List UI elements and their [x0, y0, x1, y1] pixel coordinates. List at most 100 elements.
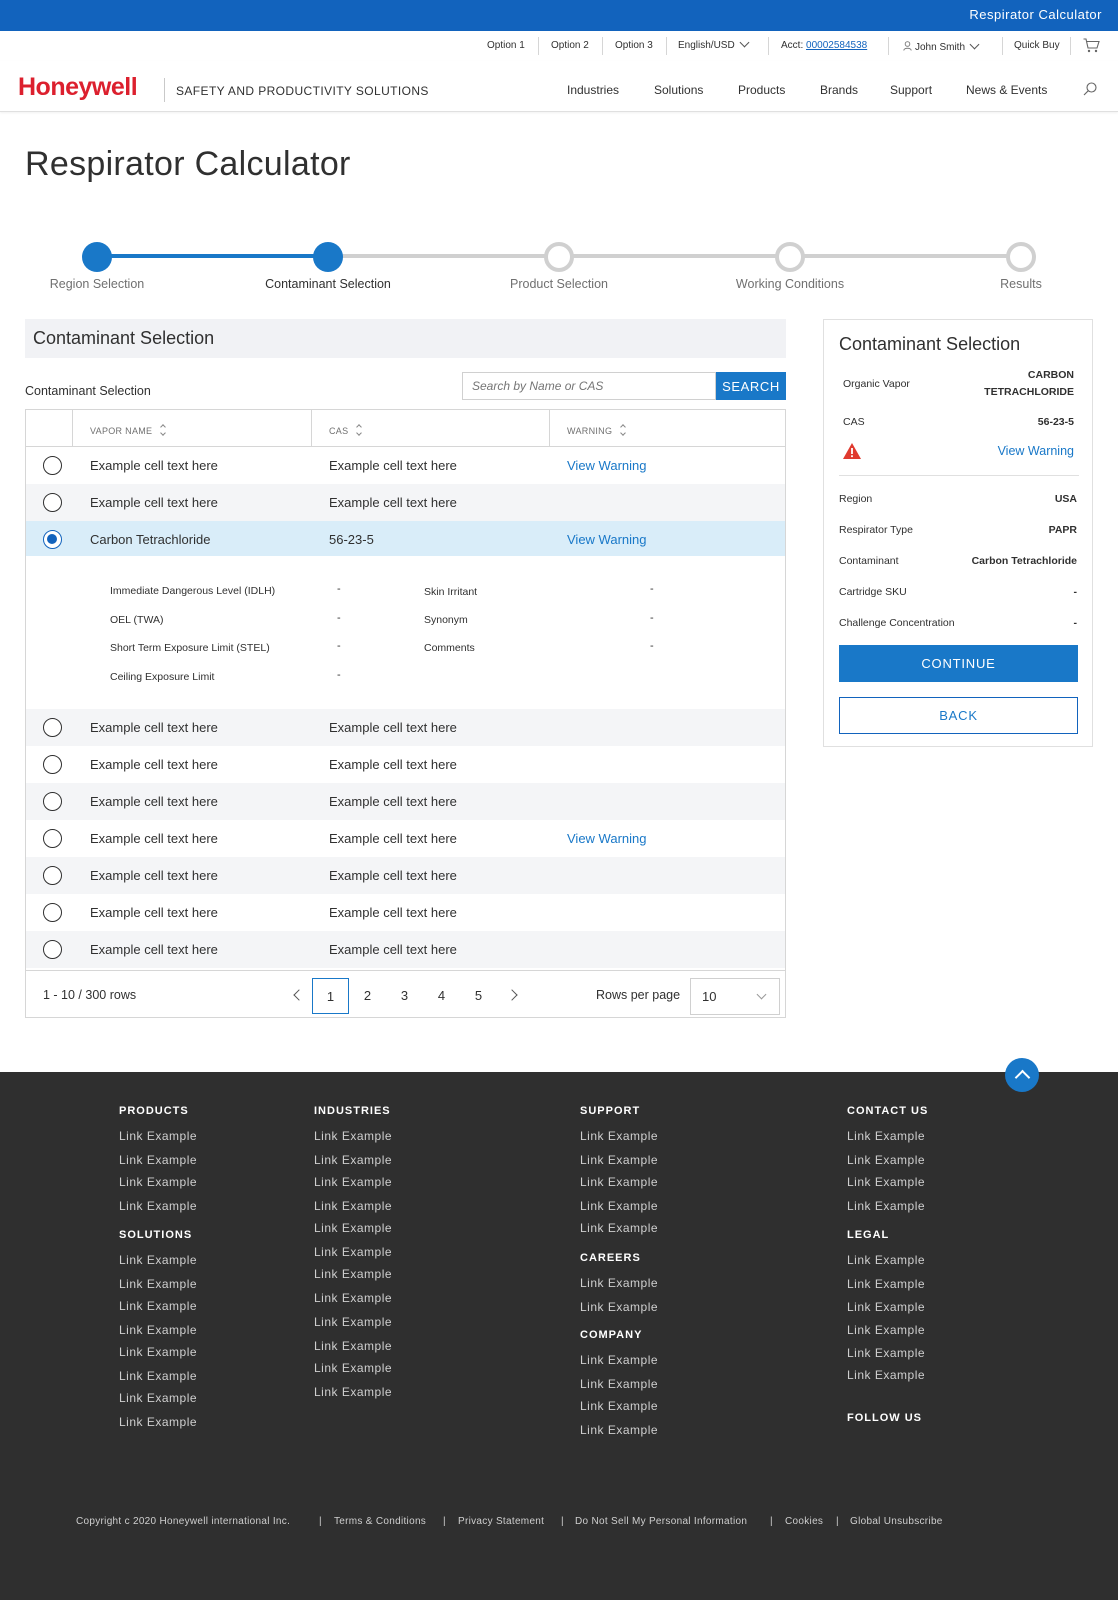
table-row[interactable]: Example cell text here Example cell text…: [26, 709, 785, 746]
option-1-link[interactable]: Option 1: [487, 40, 525, 51]
table-row[interactable]: Example cell text here Example cell text…: [26, 857, 785, 894]
honeywell-logo[interactable]: Honeywell: [18, 73, 138, 102]
row-radio[interactable]: [43, 903, 62, 922]
footer-link[interactable]: Link Example: [580, 1399, 658, 1413]
row-radio[interactable]: [43, 456, 62, 475]
page-4-button[interactable]: 4: [423, 978, 460, 1014]
account-number-link[interactable]: 00002584538: [806, 40, 867, 51]
nav-products[interactable]: Products: [738, 83, 785, 97]
footer-link[interactable]: Link Example: [580, 1129, 658, 1143]
row-radio[interactable]: [43, 792, 62, 811]
footer-link[interactable]: Link Example: [119, 1369, 197, 1383]
footer-link[interactable]: Link Example: [119, 1391, 197, 1405]
footer-link[interactable]: Link Example: [314, 1315, 392, 1329]
quick-buy-link[interactable]: Quick Buy: [1014, 40, 1060, 51]
row-radio[interactable]: [43, 718, 62, 737]
column-vapor-name[interactable]: VAPOR NAME: [90, 423, 166, 436]
footer-link[interactable]: Link Example: [847, 1277, 925, 1291]
terms-link[interactable]: Terms & Conditions: [334, 1516, 426, 1527]
nav-support[interactable]: Support: [890, 83, 932, 97]
footer-link[interactable]: Link Example: [314, 1291, 392, 1305]
footer-link[interactable]: Link Example: [119, 1299, 197, 1313]
footer-link[interactable]: Link Example: [847, 1199, 925, 1213]
row-radio[interactable]: [43, 755, 62, 774]
row-radio[interactable]: [43, 829, 62, 848]
search-icon[interactable]: [1083, 82, 1097, 96]
footer-link[interactable]: Link Example: [580, 1175, 658, 1189]
table-row[interactable]: Example cell text here Example cell text…: [26, 484, 785, 521]
table-row[interactable]: Example cell text here Example cell text…: [26, 931, 785, 968]
footer-link[interactable]: Link Example: [580, 1377, 658, 1391]
table-row[interactable]: Example cell text here Example cell text…: [26, 894, 785, 931]
nav-news-events[interactable]: News & Events: [966, 83, 1047, 97]
footer-link[interactable]: Link Example: [847, 1253, 925, 1267]
footer-link[interactable]: Link Example: [847, 1300, 925, 1314]
footer-link[interactable]: Link Example: [314, 1385, 392, 1399]
footer-link[interactable]: Link Example: [119, 1199, 197, 1213]
row-radio[interactable]: [43, 493, 62, 512]
footer-link[interactable]: Link Example: [314, 1129, 392, 1143]
footer-link[interactable]: Link Example: [119, 1253, 197, 1267]
footer-link[interactable]: Link Example: [314, 1199, 392, 1213]
view-warning-link[interactable]: View Warning: [567, 532, 646, 547]
footer-link[interactable]: Link Example: [119, 1345, 197, 1359]
option-3-link[interactable]: Option 3: [615, 40, 653, 51]
chevron-right-icon[interactable]: [506, 989, 518, 1001]
nav-industries[interactable]: Industries: [567, 83, 619, 97]
footer-link[interactable]: Link Example: [119, 1175, 197, 1189]
table-row[interactable]: Example cell text here Example cell text…: [26, 783, 785, 820]
user-menu[interactable]: John Smith: [903, 39, 980, 53]
row-radio[interactable]: [43, 940, 62, 959]
rows-per-page-select[interactable]: 10: [690, 978, 780, 1015]
option-2-link[interactable]: Option 2: [551, 40, 589, 51]
search-button[interactable]: SEARCH: [716, 372, 786, 400]
footer-link[interactable]: Link Example: [580, 1300, 658, 1314]
cookies-link[interactable]: Cookies: [785, 1516, 823, 1527]
footer-link[interactable]: Link Example: [314, 1153, 392, 1167]
footer-link[interactable]: Link Example: [847, 1346, 925, 1360]
column-warning[interactable]: WARNING: [567, 423, 626, 436]
step-dot-contaminant[interactable]: [313, 242, 343, 272]
footer-link[interactable]: Link Example: [847, 1323, 925, 1337]
footer-link[interactable]: Link Example: [314, 1221, 392, 1235]
language-dropdown[interactable]: English/USD: [678, 37, 750, 51]
footer-link[interactable]: Link Example: [119, 1153, 197, 1167]
nav-solutions[interactable]: Solutions: [654, 83, 703, 97]
footer-link[interactable]: Link Example: [580, 1276, 658, 1290]
row-radio-checked[interactable]: [43, 530, 62, 549]
page-1-button[interactable]: 1: [312, 978, 349, 1014]
table-row[interactable]: Example cell text here Example cell text…: [26, 746, 785, 783]
footer-link[interactable]: Link Example: [580, 1353, 658, 1367]
footer-link[interactable]: Link Example: [847, 1129, 925, 1143]
chevron-left-icon[interactable]: [293, 989, 305, 1001]
footer-link[interactable]: Link Example: [314, 1245, 392, 1259]
nav-brands[interactable]: Brands: [820, 83, 858, 97]
footer-link[interactable]: Link Example: [580, 1423, 658, 1437]
footer-link[interactable]: Link Example: [314, 1175, 392, 1189]
view-warning-link[interactable]: View Warning: [567, 831, 646, 846]
footer-link[interactable]: Link Example: [847, 1368, 925, 1382]
row-radio[interactable]: [43, 866, 62, 885]
privacy-link[interactable]: Privacy Statement: [458, 1516, 544, 1527]
table-row-selected[interactable]: Carbon Tetrachloride 56-23-5 View Warnin…: [26, 521, 785, 558]
footer-link[interactable]: Link Example: [119, 1129, 197, 1143]
footer-link[interactable]: Link Example: [119, 1323, 197, 1337]
footer-link[interactable]: Link Example: [580, 1199, 658, 1213]
step-dot-region[interactable]: [82, 242, 112, 272]
view-warning-link[interactable]: View Warning: [567, 458, 646, 473]
footer-link[interactable]: Link Example: [847, 1153, 925, 1167]
table-row[interactable]: Example cell text here Example cell text…: [26, 820, 785, 857]
footer-link[interactable]: Link Example: [314, 1267, 392, 1281]
footer-link[interactable]: Link Example: [580, 1221, 658, 1235]
do-not-sell-link[interactable]: Do Not Sell My Personal Information: [575, 1516, 747, 1527]
summary-view-warning-link[interactable]: View Warning: [998, 444, 1074, 458]
page-5-button[interactable]: 5: [460, 978, 497, 1014]
page-3-button[interactable]: 3: [386, 978, 423, 1014]
table-row[interactable]: Example cell text here Example cell text…: [26, 447, 785, 484]
footer-link[interactable]: Link Example: [314, 1361, 392, 1375]
footer-link[interactable]: Link Example: [119, 1277, 197, 1291]
back-to-top-button[interactable]: [1005, 1058, 1039, 1092]
footer-link[interactable]: Link Example: [119, 1415, 197, 1429]
search-input[interactable]: [462, 372, 716, 400]
page-2-button[interactable]: 2: [349, 978, 386, 1014]
